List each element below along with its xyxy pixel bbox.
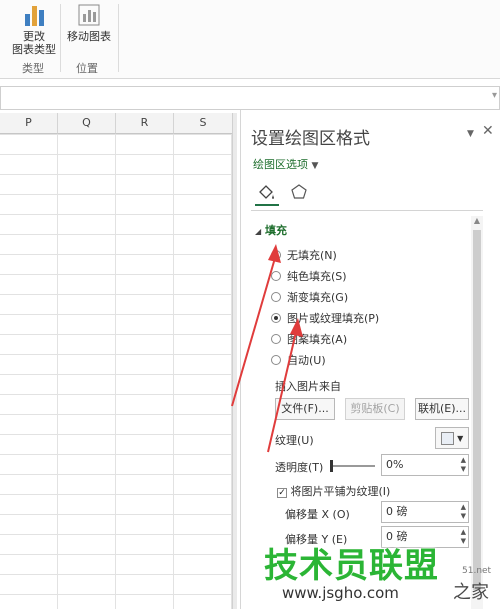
clipboard-button[interactable]: 剪贴板(C): [345, 398, 405, 420]
gradient-fill-label: 渐变填充(G): [287, 291, 349, 304]
transparency-label: 透明度(T): [275, 461, 324, 474]
no-fill-label: 无填充(N): [287, 249, 337, 262]
pane-options-dropdown-icon[interactable]: ▼: [467, 129, 474, 139]
spin-arrows-icon[interactable]: ▲ ▼: [461, 456, 466, 474]
watermark-partner-domain: 51.net: [462, 566, 492, 576]
fill-section-header[interactable]: ◢ 填充: [255, 222, 287, 238]
plot-area-options-dropdown[interactable]: 绘图区选项 ▼: [253, 156, 318, 172]
picture-texture-fill-option[interactable]: 图片或纹理填充(P): [271, 310, 379, 326]
solid-fill-option[interactable]: 纯色填充(S): [271, 268, 347, 284]
offset-x-label: 偏移量 X (O): [285, 508, 350, 521]
pentagon-effects-tab-icon[interactable]: [289, 182, 309, 202]
change-chart-type-label: 更改 图表类型: [12, 30, 56, 56]
picture-texture-fill-label: 图片或纹理填充(P): [287, 312, 380, 325]
radio-button[interactable]: [271, 271, 281, 281]
spin-arrows-icon[interactable]: ▲ ▼: [461, 503, 466, 521]
file-button[interactable]: 文件(F)...: [275, 398, 335, 420]
automatic-fill-option[interactable]: 自动(U): [271, 352, 326, 368]
watermark-url: www.jsgho.com: [282, 584, 399, 602]
chevron-down-icon: ▼: [457, 434, 464, 443]
ribbon-separator: [60, 4, 61, 72]
group-label-type: 类型: [22, 62, 44, 75]
scrollbar-thumb[interactable]: [473, 230, 481, 590]
tile-checkbox[interactable]: ✓: [277, 488, 287, 498]
bar-chart-icon: [25, 6, 44, 26]
column-header-r[interactable]: R: [116, 113, 174, 134]
ribbon: 更改 图表类型 移动图表 类型 位置: [0, 0, 500, 79]
offset-x-input[interactable]: 0 磅 ▲ ▼: [381, 501, 469, 523]
sheet-edge: [232, 113, 237, 609]
triangle-collapse-icon: ◢: [255, 227, 262, 236]
radio-button-selected[interactable]: [271, 313, 281, 323]
pattern-fill-option[interactable]: 图案填充(A): [271, 331, 347, 347]
close-icon[interactable]: ✕: [482, 123, 494, 139]
transparency-input[interactable]: 0% ▲ ▼: [381, 454, 469, 476]
column-header-s[interactable]: S: [174, 113, 233, 134]
radio-button[interactable]: [271, 250, 281, 260]
transparency-slider-handle[interactable]: [330, 460, 333, 472]
formula-bar[interactable]: ▾: [0, 86, 500, 110]
column-header-q[interactable]: Q: [58, 113, 116, 134]
column-header-p[interactable]: P: [0, 113, 58, 134]
texture-swatch-icon: [440, 431, 454, 445]
texture-picker[interactable]: ▼: [435, 427, 469, 449]
radio-button[interactable]: [271, 334, 281, 344]
gradient-fill-option[interactable]: 渐变填充(G): [271, 289, 348, 305]
automatic-fill-label: 自动(U): [287, 354, 326, 367]
move-chart-label: 移动图表: [67, 30, 111, 43]
no-fill-option[interactable]: 无填充(N): [271, 247, 337, 263]
chevron-down-icon[interactable]: ▾: [492, 90, 497, 101]
watermark-brand: 技术员联盟: [264, 546, 439, 586]
group-label-location: 位置: [76, 62, 98, 75]
radio-button[interactable]: [271, 355, 281, 365]
scroll-up-icon[interactable]: ▲: [471, 216, 483, 228]
active-tab-indicator: [255, 204, 279, 206]
pane-divider: [251, 210, 483, 211]
transparency-slider[interactable]: [331, 465, 375, 467]
fill-line-tab-icon[interactable]: [257, 182, 277, 202]
change-chart-type-button[interactable]: 更改 图表类型: [10, 2, 58, 56]
options-label: 绘图区选项: [253, 158, 308, 171]
offset-x-value: 0 磅: [386, 505, 408, 518]
spin-arrows-icon[interactable]: ▲ ▼: [461, 528, 466, 546]
move-chart-icon: [78, 4, 100, 26]
pane-title: 设置绘图区格式: [251, 129, 370, 149]
online-button[interactable]: 联机(E)...: [415, 398, 469, 420]
pane-scrollbar[interactable]: ▲: [471, 216, 483, 609]
solid-fill-label: 纯色填充(S): [287, 270, 347, 283]
format-plot-area-pane: 设置绘图区格式 ▼ ✕ 绘图区选项 ▼ ◢ 填充 无填充(N) 纯色填充(S) …: [240, 110, 500, 609]
insert-picture-from-label: 插入图片来自: [275, 380, 341, 393]
cell-grid[interactable]: [0, 134, 232, 609]
chevron-down-icon: ▼: [311, 161, 319, 171]
tile-checkbox-label: 将图片平铺为纹理(I): [290, 485, 391, 498]
texture-label: 纹理(U): [275, 434, 314, 447]
tile-checkbox-row[interactable]: ✓ 将图片平铺为纹理(I): [277, 483, 390, 499]
pattern-fill-label: 图案填充(A): [287, 333, 348, 346]
fill-section-label: 填充: [265, 224, 287, 237]
radio-button[interactable]: [271, 292, 281, 302]
move-chart-button[interactable]: 移动图表: [62, 2, 116, 43]
watermark-partner-text: 之家: [453, 582, 489, 603]
ribbon-separator: [118, 4, 119, 72]
transparency-value: 0%: [386, 458, 404, 471]
